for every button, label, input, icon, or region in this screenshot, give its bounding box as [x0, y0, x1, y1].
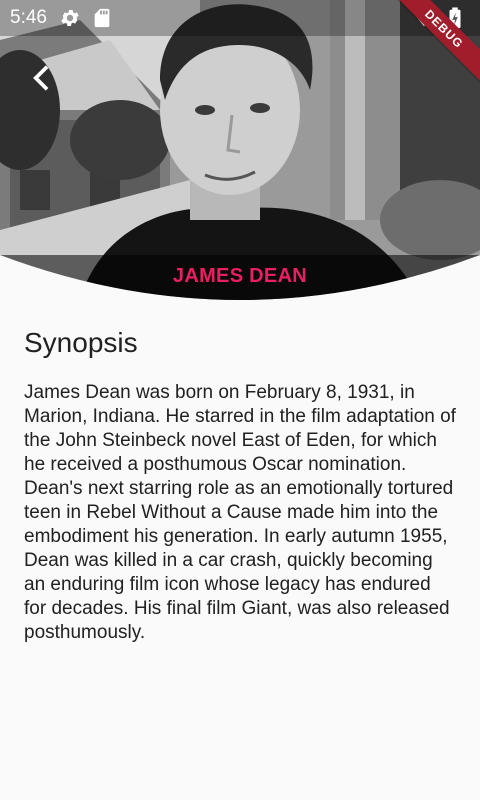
header-hero: JAMES DEAN — [0, 0, 480, 300]
actor-name: JAMES DEAN — [172, 265, 308, 287]
synopsis-body: James Dean was born on February 8, 1931,… — [24, 382, 456, 643]
back-button[interactable] — [22, 58, 62, 98]
status-time: 5:46 — [10, 7, 47, 28]
synopsis-title: Synopsis — [24, 327, 138, 358]
gear-icon — [59, 7, 81, 29]
chevron-left-icon — [33, 65, 49, 91]
actor-name-band: JAMES DEAN — [0, 255, 480, 299]
sd-card-icon — [91, 7, 113, 29]
synopsis-section: Synopsis James Dean was born on February… — [24, 320, 456, 645]
